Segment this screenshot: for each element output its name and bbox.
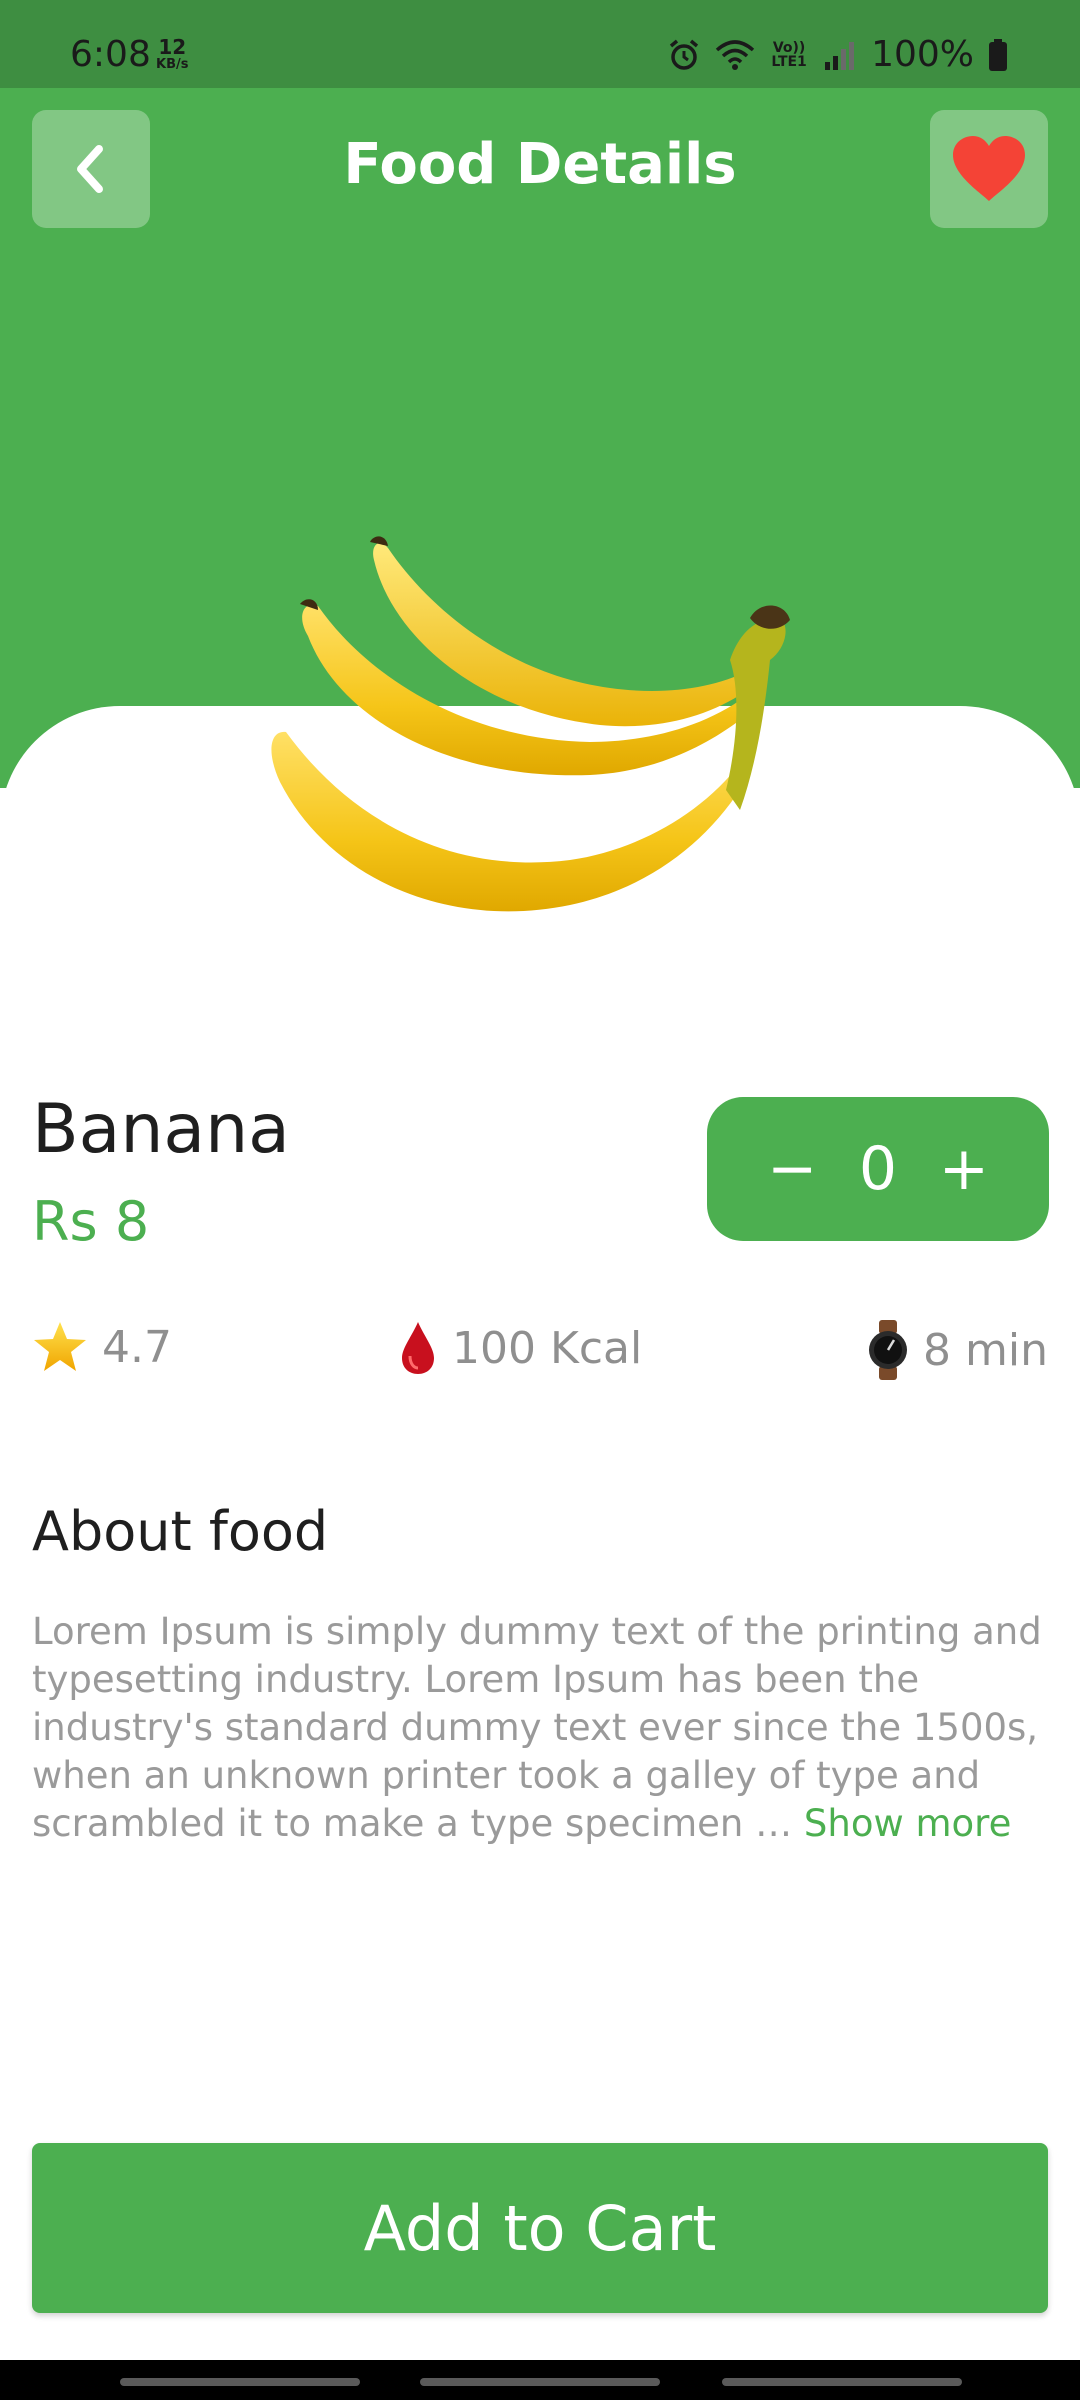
increment-button[interactable]: + bbox=[939, 1139, 989, 1199]
add-to-cart-button[interactable]: Add to Cart bbox=[32, 2143, 1048, 2313]
wifi-icon bbox=[715, 39, 755, 70]
battery-icon bbox=[989, 38, 1007, 71]
add-to-cart-label: Add to Cart bbox=[363, 2191, 717, 2265]
network-speed-unit: KB/s bbox=[156, 57, 189, 72]
heart-icon bbox=[953, 136, 1025, 201]
about-title: About food bbox=[32, 1500, 329, 1563]
page-title: Food Details bbox=[343, 132, 737, 197]
status-time: 6:08 bbox=[70, 34, 151, 75]
calories-value: 100 Kcal bbox=[452, 1322, 643, 1374]
quantity-stepper: − 0 + bbox=[707, 1097, 1049, 1241]
lte-label: Vo)) LTE1 bbox=[771, 39, 807, 70]
about-description: Lorem Ipsum is simply dummy text of the … bbox=[32, 1608, 1048, 1848]
status-bar: 6:08 12 KB/s Vo)) LTE1 100% bbox=[0, 0, 1080, 88]
drop-icon bbox=[402, 1322, 434, 1374]
status-icons: Vo)) LTE1 100% bbox=[667, 34, 1008, 75]
rating-stat: 4.7 bbox=[32, 1320, 172, 1374]
watch-icon bbox=[869, 1320, 908, 1380]
food-price: Rs 8 bbox=[32, 1190, 150, 1253]
time-value: 8 min bbox=[923, 1324, 1048, 1376]
food-stats: 4.7 100 Kcal 8 min bbox=[32, 1320, 1048, 1390]
quantity-value: 0 bbox=[858, 1134, 898, 1204]
nav-back-button[interactable] bbox=[722, 2378, 962, 2386]
favorite-button[interactable] bbox=[930, 110, 1048, 228]
food-name: Banana bbox=[32, 1090, 290, 1169]
signal-icon bbox=[825, 41, 855, 70]
nav-recents-button[interactable] bbox=[120, 2378, 360, 2386]
calories-stat: 100 Kcal bbox=[398, 1320, 642, 1376]
network-speed: 12 KB/s bbox=[156, 37, 189, 74]
star-icon bbox=[34, 1322, 86, 1371]
decrement-button[interactable]: − bbox=[767, 1139, 817, 1199]
system-nav-bar bbox=[0, 2360, 1080, 2400]
nav-home-button[interactable] bbox=[420, 2378, 660, 2386]
food-image bbox=[271, 536, 790, 912]
rating-value: 4.7 bbox=[102, 1321, 172, 1373]
show-more-link[interactable]: Show more bbox=[804, 1802, 1011, 1845]
time-stat: 8 min bbox=[867, 1320, 1048, 1380]
battery-percent: 100% bbox=[871, 34, 974, 75]
alarm-icon bbox=[669, 39, 699, 70]
